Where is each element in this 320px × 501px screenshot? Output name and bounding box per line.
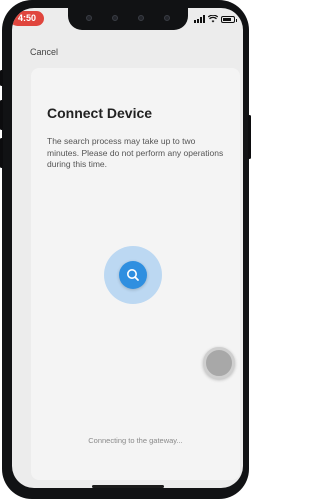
- search-button[interactable]: [119, 261, 147, 289]
- screen: 4:50 Cancel Connect Device The search pr: [12, 8, 243, 488]
- power-button: [248, 115, 251, 159]
- camera-dot: [86, 15, 92, 21]
- search-icon: [127, 269, 139, 281]
- sensor-dot: [138, 15, 144, 21]
- page-title: Connect Device: [47, 105, 153, 121]
- connection-status-text: Connecting to the gateway...: [88, 436, 183, 445]
- mute-switch: [0, 70, 3, 86]
- phone-frame: 4:50 Cancel Connect Device The search pr: [0, 0, 251, 499]
- search-pulse-halo: [104, 246, 162, 304]
- notch: [68, 8, 188, 30]
- signal-bars-icon: [194, 15, 205, 23]
- volume-down-button: [0, 138, 3, 168]
- sensor-dot: [112, 15, 118, 21]
- assistive-touch-icon[interactable]: [203, 347, 235, 379]
- instruction-text: The search process may take up to two mi…: [47, 136, 224, 169]
- status-time: 4:50: [12, 11, 44, 26]
- home-indicator[interactable]: [91, 485, 164, 488]
- wifi-icon: [208, 15, 218, 23]
- battery-icon: [221, 15, 237, 23]
- volume-up-button: [0, 100, 3, 130]
- status-icons: [194, 14, 237, 24]
- camera-dot: [164, 15, 170, 21]
- connect-device-card: Connect Device The search process may ta…: [31, 68, 240, 480]
- cancel-button[interactable]: Cancel: [30, 47, 58, 57]
